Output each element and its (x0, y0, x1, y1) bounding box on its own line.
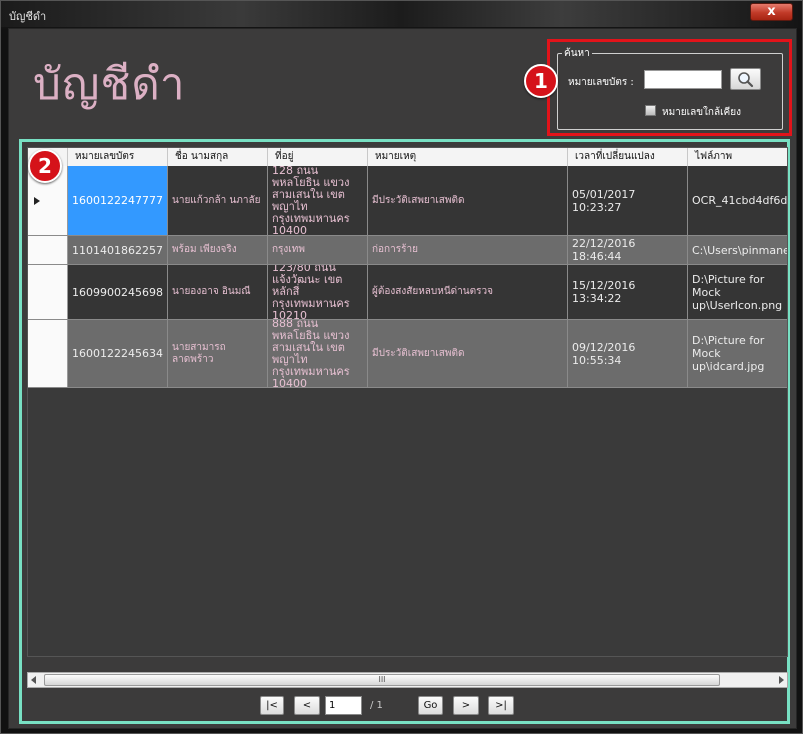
scroll-right-arrow-icon[interactable] (779, 676, 784, 684)
cell-name[interactable]: นายองอาจ อินมณี (168, 265, 268, 319)
blacklist-table[interactable]: หมายเลขบัตร ชื่อ นามสกุล ที่อยู่ หมายเหต… (27, 147, 788, 657)
page-number-input[interactable]: 1 (325, 696, 362, 715)
magnifier-icon (738, 72, 754, 88)
window-title: บัญชีดำ (9, 10, 47, 23)
card-number-label: หมายเลขบัตร : (568, 77, 634, 88)
page-total-label: / 1 (370, 700, 383, 711)
cell-changed-time[interactable]: 09/12/2016 10:55:34 (568, 320, 688, 387)
cell-changed-time[interactable]: 22/12/2016 18:46:44 (568, 236, 688, 264)
row-header[interactable] (28, 320, 68, 387)
search-button[interactable] (730, 68, 761, 90)
search-group-label: ค้นหา (562, 46, 592, 61)
cell-image-file[interactable]: D:\Picture for Mock up\idcard.jpg (688, 320, 787, 387)
table-row[interactable]: 1600122245634 นายสามารถ ลาดพร้าว 888 ถนน… (28, 320, 787, 388)
cell-address[interactable]: 123/80 ถนนแจ้งวัฒนะ เขตหลักสี่ กรุงเทพมห… (268, 265, 368, 319)
first-page-button[interactable]: |< (260, 696, 284, 715)
col-image-file[interactable]: ไฟล์ภาพ (688, 148, 787, 166)
cell-name[interactable]: นายสามารถ ลาดพร้าว (168, 320, 268, 387)
near-match-label: หมายเลขใกล้เคียง (662, 107, 741, 118)
cell-name[interactable]: พร้อม เพียงจริง (168, 236, 268, 264)
cell-address[interactable]: กรุงเทพ (268, 236, 368, 264)
table-row[interactable]: 1600122247777 นายแก้วกล้า นภาลัย 128 ถนน… (28, 166, 787, 236)
search-highlight-box: ค้นหา หมายเลขบัตร : หมายเลขใกล้เคียง (547, 39, 792, 136)
cell-image-file[interactable]: C:\Users\pinmanee\ (688, 236, 787, 264)
cell-card-number[interactable]: 1101401862257 (68, 236, 168, 264)
cell-note[interactable]: ก่อการร้าย (368, 236, 568, 264)
go-button[interactable]: Go (418, 696, 443, 715)
cell-address[interactable]: 128 ถนนพหลโยธิน แขวงสามเสนใน เขตพญาไท กร… (268, 166, 368, 235)
scrollbar-thumb[interactable]: III (44, 674, 720, 686)
cell-name[interactable]: นายแก้วกล้า นภาลัย (168, 166, 268, 235)
cell-card-number[interactable]: 1609900245698 (68, 265, 168, 319)
row-header[interactable] (28, 265, 68, 319)
cell-note[interactable]: ผู้ต้องสงสัยหลบหนีด่านตรวจ (368, 265, 568, 319)
last-page-button[interactable]: >| (488, 696, 514, 715)
col-address[interactable]: ที่อยู่ (268, 148, 368, 166)
cell-changed-time[interactable]: 15/12/2016 13:34:22 (568, 265, 688, 319)
col-changed-time[interactable]: เวลาที่เปลี่ยนแปลง (568, 148, 688, 166)
title-bar[interactable]: บัญชีดำ x (1, 1, 802, 27)
client-area: บัญชีดำ ค้นหา หมายเลขบัตร : หมายเลขใกล้เ… (8, 28, 797, 729)
cell-note[interactable]: มีประวัติเสพยาเสพติด (368, 320, 568, 387)
pagination-bar: |< < 1 / 1 Go > >| (22, 693, 787, 717)
close-button[interactable]: x (750, 3, 793, 21)
app-window: บัญชีดำ x บัญชีดำ ค้นหา หมายเลขบัตร : หม… (0, 0, 803, 734)
cell-changed-time[interactable]: 05/01/2017 10:23:27 (568, 166, 688, 235)
cell-image-file[interactable]: D:\Picture for Mock up\UserIcon.png (688, 265, 787, 319)
table-row[interactable]: 1101401862257 พร้อม เพียงจริง กรุงเทพ ก่… (28, 236, 787, 265)
current-row-arrow-icon (34, 197, 40, 205)
table-row[interactable]: 1609900245698 นายองอาจ อินมณี 123/80 ถนน… (28, 265, 787, 320)
annotation-badge-1: 1 (524, 64, 558, 98)
card-number-input[interactable] (644, 70, 722, 89)
next-page-button[interactable]: > (453, 696, 479, 715)
col-name[interactable]: ชื่อ นามสกุล (168, 148, 268, 166)
page-title: บัญชีดำ (33, 59, 186, 110)
cell-address[interactable]: 888 ถนนพหลโยธิน แขวงสามเสนใน เขตพญาไท กร… (268, 320, 368, 387)
col-card-number[interactable]: หมายเลขบัตร (68, 148, 168, 166)
cell-card-number[interactable]: 1600122247777 (68, 166, 168, 235)
search-group: ค้นหา หมายเลขบัตร : หมายเลขใกล้เคียง (557, 46, 783, 130)
near-match-checkbox[interactable] (645, 105, 656, 116)
table-header: หมายเลขบัตร ชื่อ นามสกุล ที่อยู่ หมายเหต… (28, 148, 787, 167)
annotation-badge-2: 2 (28, 149, 62, 183)
grid-highlight-frame: หมายเลขบัตร ชื่อ นามสกุล ที่อยู่ หมายเหต… (19, 139, 790, 724)
cell-image-file[interactable]: OCR_41cbd4df6d70 (688, 166, 787, 235)
horizontal-scrollbar[interactable]: III (27, 672, 788, 688)
col-note[interactable]: หมายเหตุ (368, 148, 568, 166)
scroll-left-arrow-icon[interactable] (31, 676, 36, 684)
prev-page-button[interactable]: < (294, 696, 320, 715)
cell-card-number[interactable]: 1600122245634 (68, 320, 168, 387)
cell-note[interactable]: มีประวัติเสพยาเสพติด (368, 166, 568, 235)
row-header[interactable] (28, 236, 68, 264)
